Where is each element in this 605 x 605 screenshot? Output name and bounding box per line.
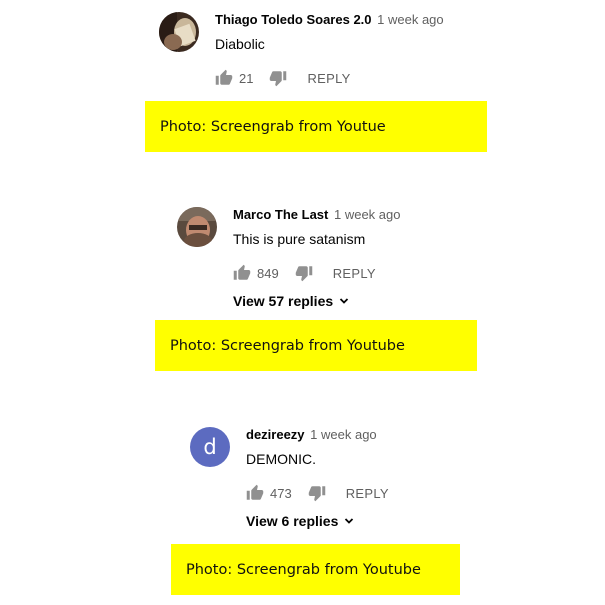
- chevron-down-icon: [339, 296, 349, 306]
- comment-text: Diabolic: [215, 36, 265, 52]
- thumbs-down-icon[interactable]: [295, 264, 313, 282]
- view-replies-button[interactable]: View 6 replies: [246, 511, 389, 531]
- avatar[interactable]: d: [190, 427, 230, 467]
- avatar[interactable]: [159, 12, 199, 52]
- comment-actions: 849 REPLY: [233, 261, 400, 285]
- like-count: 473: [270, 485, 292, 501]
- view-replies-button[interactable]: View 57 replies: [233, 291, 400, 311]
- comment-meta: dezireezy 1 week ago: [246, 427, 389, 443]
- comment-meta: Thiago Toledo Soares 2.0 1 week ago: [215, 12, 444, 28]
- thumbs-down-icon[interactable]: [269, 69, 287, 87]
- thumbs-down-icon[interactable]: [308, 484, 326, 502]
- view-replies-label: View 6 replies: [246, 513, 339, 529]
- thumbs-up-icon[interactable]: [215, 69, 233, 87]
- author-name[interactable]: dezireezy: [246, 427, 305, 442]
- author-name[interactable]: Thiago Toledo Soares 2.0: [215, 12, 372, 27]
- author-name[interactable]: Marco The Last: [233, 207, 328, 222]
- comment-body: Thiago Toledo Soares 2.0 1 week ago Diab…: [215, 12, 444, 90]
- comment-body: dezireezy 1 week ago DEMONIC. 473 REPLY …: [246, 427, 389, 531]
- photo-caption-2: Photo: Screengrab from Youtube: [155, 320, 477, 371]
- comment-actions: 21 REPLY: [215, 66, 444, 90]
- reply-button[interactable]: REPLY: [346, 486, 389, 501]
- timestamp[interactable]: 1 week ago: [334, 207, 401, 222]
- comment-meta: Marco The Last 1 week ago: [233, 207, 400, 223]
- avatar-letter: d: [203, 435, 217, 459]
- chevron-down-icon: [344, 516, 354, 526]
- photo-caption-1: Photo: Screengrab from Youtue: [145, 101, 487, 152]
- thumbs-up-icon[interactable]: [246, 484, 264, 502]
- comment-actions: 473 REPLY: [246, 481, 389, 505]
- reply-button[interactable]: REPLY: [307, 71, 350, 86]
- reply-button[interactable]: REPLY: [333, 266, 376, 281]
- avatar[interactable]: [177, 207, 217, 247]
- comment-text: DEMONIC.: [246, 451, 316, 467]
- like-count: 849: [257, 265, 279, 281]
- timestamp[interactable]: 1 week ago: [377, 12, 444, 27]
- comment-text: This is pure satanism: [233, 231, 366, 247]
- thumbs-up-icon[interactable]: [233, 264, 251, 282]
- timestamp[interactable]: 1 week ago: [310, 427, 377, 442]
- like-count: 21: [239, 70, 254, 86]
- photo-caption-3: Photo: Screengrab from Youtube: [171, 544, 460, 595]
- view-replies-label: View 57 replies: [233, 293, 334, 309]
- comment-body: Marco The Last 1 week ago This is pure s…: [233, 207, 400, 311]
